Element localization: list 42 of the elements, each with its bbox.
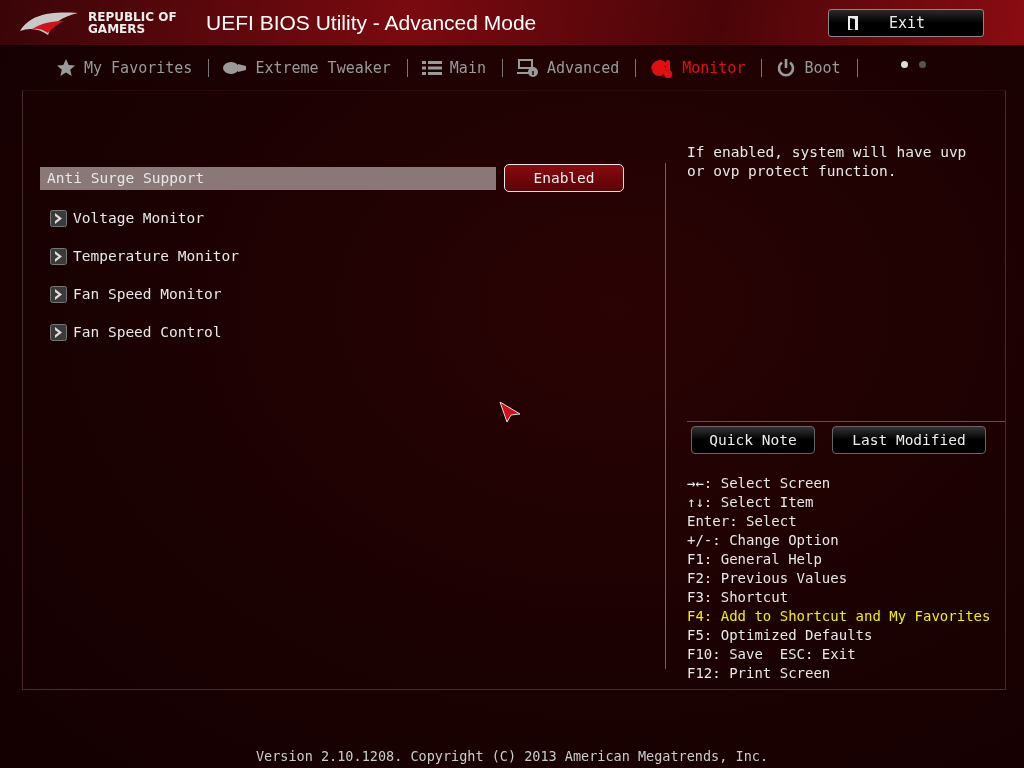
page-dot[interactable] [901,61,908,68]
page-dot[interactable] [919,61,926,68]
value-button[interactable]: Enabled [504,164,624,192]
submenu-item[interactable]: Fan Speed Monitor [40,275,222,313]
key-hint: F4: Add to Shortcut and My Favorites [687,607,992,626]
tab[interactable]: Advanced [516,59,637,77]
chevron-icon [50,209,67,227]
key-hint: F12: Print Screen [687,664,832,683]
action-button[interactable]: Last Modified [832,426,986,454]
list-icon [421,60,442,76]
star-icon [56,58,76,78]
submenu-item[interactable]: Temperature Monitor [40,237,239,275]
door-icon [846,14,859,31]
exit-button[interactable]: Exit [828,8,984,37]
logo-text: REPUBLIC OF GAMERS [88,10,178,35]
key-hint: +/-: Change Option [687,531,840,550]
computer-info-icon [516,58,539,78]
key-hint: Enter: Select [687,512,798,531]
submenu-item[interactable]: Voltage Monitor [40,199,204,237]
power-icon [776,58,797,78]
tab[interactable]: Boot [776,59,858,77]
help-text: If enabled, system will have uvp or ovp protect function. [687,143,968,181]
chevron-icon [50,285,67,303]
submenu-item[interactable]: Fan Speed Control [40,313,222,351]
chevron-icon [50,323,67,341]
key-hint: ↑↓: Select Item [687,493,815,512]
key-hint: F1: General Help [687,550,823,569]
window-title: UEFI BIOS Utility - Advanced Mode [206,10,537,35]
mouse-pointer-icon [499,401,521,423]
key-hint: F10: Save ESC: Exit [687,645,857,664]
key-hint: →←: Select Screen [687,474,832,493]
tab[interactable]: Monitor [650,59,763,77]
key-hint: F3: Shortcut [687,588,790,607]
key-hint: F5: Optimized Defaults [687,626,874,645]
chevron-icon [50,247,67,265]
gauge-thermometer-icon [650,57,675,79]
tab[interactable]: Main [421,59,503,77]
action-button[interactable]: Quick Note [691,426,815,454]
tab[interactable]: My Favorites [56,59,210,77]
key-hint: F2: Previous Values [687,569,849,588]
tab[interactable]: Extreme Tweaker [223,59,408,77]
version-text: Version 2.10.1208. Copyright (C) 2013 American Megatrends, Inc. [254,748,769,764]
